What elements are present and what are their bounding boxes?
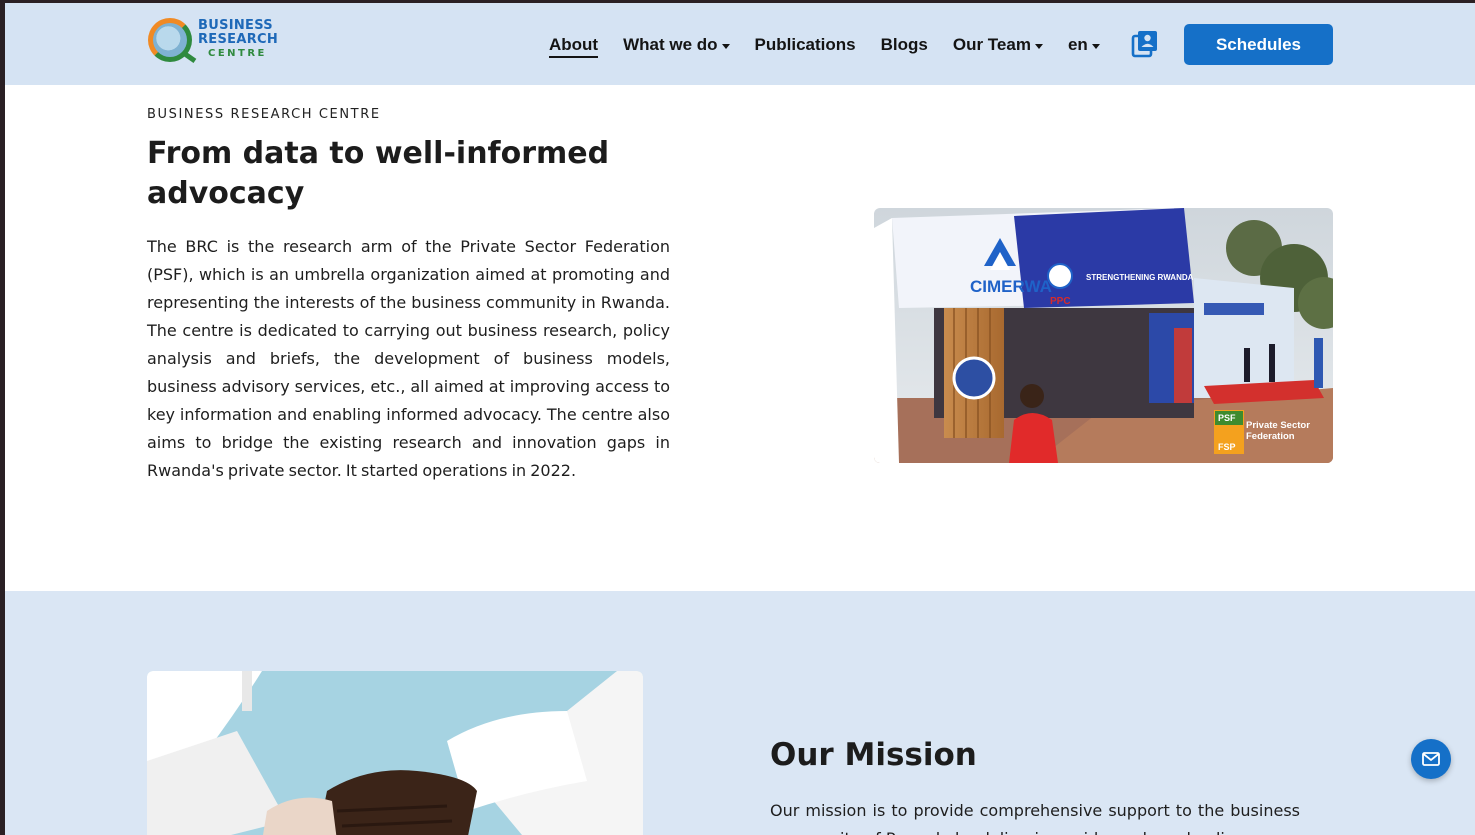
contact-mail-button[interactable]: [1411, 739, 1451, 779]
nav-item-what-we-do[interactable]: What we do: [623, 35, 730, 55]
booth-slogan: STRENGTHENING RWANDA: [1086, 273, 1194, 282]
schedules-button[interactable]: Schedules: [1184, 24, 1333, 65]
nav-label: Our Team: [952, 35, 1031, 54]
psf-badge-bottom: FSP: [1218, 442, 1236, 452]
nav-label: Blogs: [880, 35, 928, 54]
page-viewport: BUSINESS RESEARCH CENTRE About What we d…: [5, 3, 1475, 835]
psf-badge-top: PSF: [1218, 413, 1236, 423]
psf-booth-photo: CIMERWA PPC STRENGTHENING RWANDA PSF FSP…: [874, 208, 1333, 463]
handshake-photo: [147, 671, 643, 835]
brc-logo[interactable]: BUSINESS RESEARCH CENTRE: [148, 15, 283, 65]
cimerwa-wordmark: CIMERWA: [970, 277, 1052, 296]
mission-title: Our Mission: [770, 737, 977, 773]
globe-logo-icon: [148, 18, 192, 62]
nav-item-about[interactable]: About: [549, 35, 599, 58]
ppc-wordmark: PPC: [1050, 296, 1071, 307]
logo-line-1: BUSINESS: [198, 18, 273, 33]
nav-label: Publications: [754, 35, 856, 54]
psf-badge-text: Private Sector Federation: [1246, 420, 1310, 442]
nav-item-blogs[interactable]: Blogs: [881, 35, 928, 55]
main-nav: About What we do Publications Blogs Our …: [549, 33, 1125, 58]
mission-description: Our mission is to provide comprehensive …: [770, 801, 1300, 835]
site-header: BUSINESS RESEARCH CENTRE About What we d…: [5, 3, 1475, 85]
caret-down-icon: [1091, 43, 1100, 49]
about-description: The BRC is the research arm of the Priva…: [147, 237, 670, 480]
mail-icon: [1422, 752, 1440, 766]
logo-line-2: RESEARCH: [198, 32, 279, 47]
logo-wordmark: BUSINESS RESEARCH CENTRE: [198, 19, 278, 61]
nav-item-publications[interactable]: Publications: [755, 35, 856, 55]
caret-down-icon: [721, 43, 730, 49]
nav-label: About: [549, 35, 599, 54]
nav-label: What we do: [623, 35, 718, 54]
language-selector[interactable]: en: [1068, 35, 1100, 55]
section-eyebrow: BUSINESS RESEARCH CENTRE: [147, 107, 381, 122]
logo-line-3: CENTRE: [208, 48, 267, 59]
contact-book-icon[interactable]: [1131, 30, 1159, 58]
about-title: From data to well-informed advocacy: [147, 136, 610, 211]
caret-down-icon: [1034, 43, 1043, 49]
nav-label: en: [1067, 35, 1088, 54]
nav-item-our-team[interactable]: Our Team: [953, 35, 1043, 55]
